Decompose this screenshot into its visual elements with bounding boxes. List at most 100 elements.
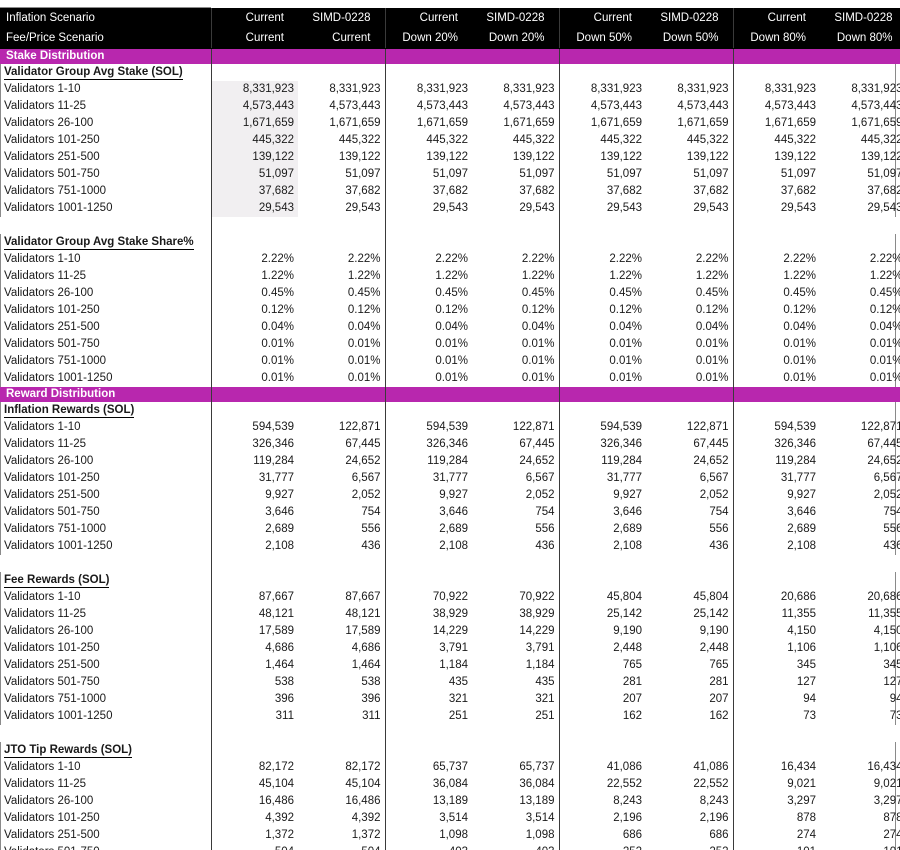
value-cell: 1,671,659 <box>646 115 734 132</box>
value-cell: 445,322 <box>646 132 734 149</box>
spacer-cell <box>210 725 298 742</box>
table-row: Validators 251-500 0.04% 0.04% 0.04% 0.04% 0.… <box>0 319 900 336</box>
table-row: Validators 26-100 16,486 16,486 13,189 13,18… <box>0 793 900 810</box>
input-cell[interactable]: 4,573,443 <box>210 98 298 115</box>
input-cell[interactable]: 139,122 <box>210 149 298 166</box>
input-cell[interactable]: 445,322 <box>210 132 298 149</box>
value-cell: 1,671,659 <box>298 115 386 132</box>
header-scenario-cell: SIMD-0228 <box>298 8 386 28</box>
value-cell: 127 <box>820 674 900 691</box>
row-label: Validators 251-500 <box>4 659 100 671</box>
input-cell[interactable]: 37,682 <box>210 183 298 200</box>
header-scenario-cell: Current <box>210 8 298 28</box>
value-cell: 8,331,923 <box>764 83 816 95</box>
spacer-row <box>0 217 900 234</box>
value-cell: 0.01% <box>609 372 642 384</box>
subsection-title-row: Fee Rewards (SOL) <box>0 572 900 589</box>
value-cell: 14,229 <box>472 623 560 640</box>
value-cell: 139,122 <box>646 149 734 166</box>
table-row: Validators 501-7505045044034032522521011… <box>0 844 900 850</box>
value-cell: 41,086 <box>606 761 642 773</box>
row-label: Validators 251-500 <box>4 321 100 333</box>
value-cell: 2.22% <box>646 251 734 268</box>
value-cell: 1,184 <box>439 659 468 671</box>
value-cell: 4,392 <box>298 810 386 827</box>
subsection-title-cell <box>298 402 386 419</box>
value-cell: 878 <box>820 810 900 827</box>
value-cell: 9,927 <box>210 487 298 504</box>
value-cell: 67,445 <box>472 436 560 453</box>
value-cell: 326,346 <box>426 438 468 450</box>
subsection-title-cell <box>820 64 900 81</box>
value-cell: 4,686 <box>210 640 298 657</box>
value-cell: 45,104 <box>210 776 298 793</box>
value-cell: 29,543 <box>432 202 468 214</box>
value-cell: 119,284 <box>210 453 298 470</box>
table-row: Validators 751-1000 396 396 321 321 207 207 94 9… <box>0 691 900 708</box>
value-cell: 396 <box>298 691 386 708</box>
value-cell: 0.01% <box>646 336 734 353</box>
subsection-title-cell <box>472 64 560 81</box>
subsection-title-row: JTO Tip Rewards (SOL) <box>0 742 900 759</box>
table-row: Validators 1-10 82,172 82,172 65,737 65,737 4… <box>0 759 900 776</box>
value-cell: 70,922 <box>432 591 468 603</box>
header-scenario-cell: Current <box>385 8 472 28</box>
value-cell: 162 <box>622 710 642 722</box>
value-cell: 0.12% <box>783 304 816 316</box>
value-cell: 16,486 <box>298 793 386 810</box>
row-label: Validators 1001-1250 <box>4 372 113 384</box>
value-cell: 556 <box>472 521 560 538</box>
value-cell: 0.04% <box>472 319 560 336</box>
value-cell: 45,804 <box>606 591 642 603</box>
value-cell: 445,322 <box>298 132 386 149</box>
input-cell[interactable]: 29,543 <box>210 200 298 217</box>
value-cell: 65,737 <box>472 759 560 776</box>
subsection-title-cell <box>210 234 298 251</box>
value-cell: 0.01% <box>210 336 298 353</box>
value-cell: 1,372 <box>298 827 386 844</box>
spacer-cell <box>385 217 472 234</box>
value-cell: 22,552 <box>646 776 734 793</box>
subsection-title-cell <box>733 234 820 251</box>
value-cell: 445,322 <box>774 134 816 146</box>
value-cell: 594,539 <box>600 421 642 433</box>
value-cell: 686 <box>646 827 734 844</box>
value-cell: 321 <box>448 693 468 705</box>
value-cell: 16,434 <box>820 759 900 776</box>
value-cell: 0.01% <box>435 372 468 384</box>
value-cell: 13,189 <box>432 795 468 807</box>
header-scenario-cell: Down 80% <box>820 28 900 49</box>
value-cell: 73 <box>820 708 900 725</box>
row-label: Validators 11-25 <box>4 778 87 790</box>
value-cell: 51,097 <box>646 166 734 183</box>
input-cell[interactable]: 1,671,659 <box>210 115 298 132</box>
value-cell: 403 <box>385 844 472 850</box>
header-scenario-cell: Down 50% <box>559 28 646 49</box>
table-row: Validators 501-750 3,646 754 3,646 754 3,646 7… <box>0 504 900 521</box>
value-cell: 504 <box>298 844 386 850</box>
subsection-title-cell <box>820 234 900 251</box>
table-row: Validators 101-250 0.12% 0.12% 0.12% 0.12% 0.… <box>0 302 900 319</box>
header-scenario-cell: Current <box>733 8 820 28</box>
value-cell: 2.22% <box>210 251 298 268</box>
section-band-label: Stake Distribution <box>0 48 211 64</box>
value-cell: 0.12% <box>820 302 900 319</box>
value-cell: 0.45% <box>609 287 642 299</box>
value-cell: 22,552 <box>606 778 642 790</box>
table-row: Validators 11-25 326,346 67,445 326,346 67,4… <box>0 436 900 453</box>
input-cell[interactable]: 8,331,923 <box>210 81 298 98</box>
input-cell[interactable]: 51,097 <box>210 166 298 183</box>
value-cell: 0.04% <box>609 321 642 333</box>
value-cell: 24,652 <box>646 453 734 470</box>
value-cell: 127 <box>796 676 816 688</box>
value-cell: 48,121 <box>298 606 386 623</box>
value-cell: 73 <box>803 710 816 722</box>
spacer-cell <box>646 725 734 742</box>
value-cell: 31,777 <box>780 472 816 484</box>
spacer-label-cell <box>0 217 211 234</box>
spacer-cell <box>385 555 472 572</box>
value-cell: 87,667 <box>210 589 298 606</box>
value-cell: 70,922 <box>472 589 560 606</box>
section-band-cell <box>298 48 386 64</box>
table-row: Validators 751-1000 2,689 556 2,689 556 2,689… <box>0 521 900 538</box>
